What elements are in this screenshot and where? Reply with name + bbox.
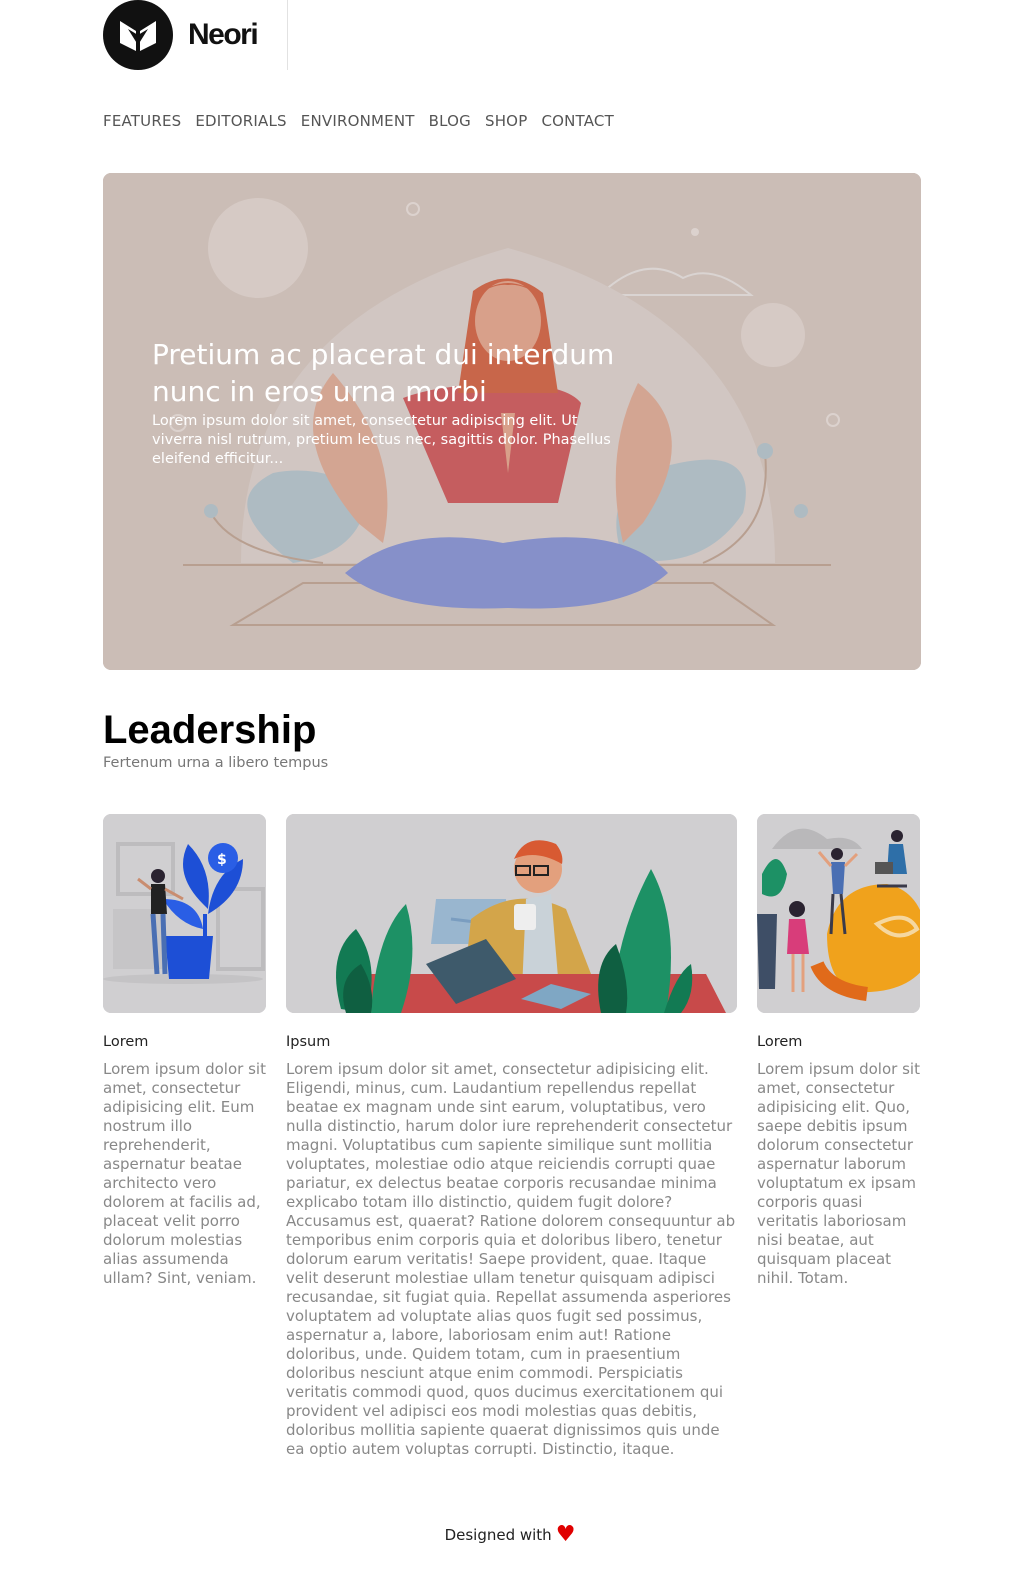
section-subtitle: Fertenum urna a libero tempus	[103, 755, 329, 771]
article-card[interactable]: $ Lorem Lorem ipsum dolor sit amet, cons…	[103, 814, 266, 1288]
card-text: Lorem ipsum dolor sit amet, consectetur …	[103, 1060, 266, 1287]
card-title[interactable]: Lorem	[103, 1034, 266, 1050]
card-image[interactable]: $	[103, 814, 266, 1013]
nav-item-contact[interactable]: CONTACT	[541, 112, 614, 130]
card-text: Lorem ipsum dolor sit amet, consectetur …	[757, 1060, 920, 1287]
hero-text: Pretium ac placerat dui interdum nunc in…	[152, 336, 622, 469]
article-card[interactable]: Lorem Lorem ipsum dolor sit amet, consec…	[757, 814, 920, 1288]
brand-name[interactable]: Neori	[188, 18, 259, 52]
site-footer: Designed with ♥	[0, 1522, 1020, 1547]
nav-item-blog[interactable]: BLOG	[429, 112, 471, 130]
nav-item-shop[interactable]: SHOP	[485, 112, 527, 130]
section-title: Leadership	[103, 708, 317, 752]
heart-icon: ♥	[555, 1522, 576, 1547]
hero-description: Lorem ipsum dolor sit amet, consectetur …	[152, 413, 611, 467]
footer-text: Designed with	[444, 1526, 552, 1544]
card-title[interactable]: Lorem	[757, 1034, 920, 1050]
card-image[interactable]	[757, 814, 920, 1013]
nav-item-editorials[interactable]: EDITORIALS	[195, 112, 286, 130]
header-divider	[287, 0, 288, 70]
site-header: Neori	[103, 0, 293, 70]
card-image[interactable]	[286, 814, 737, 1013]
nav-item-features[interactable]: FEATURES	[103, 112, 181, 130]
logo-icon[interactable]	[103, 0, 173, 70]
main-nav: FEATURES EDITORIALS ENVIRONMENT BLOG SHO…	[103, 112, 614, 130]
card-text: Lorem ipsum dolor sit amet, consectetur …	[286, 1060, 736, 1458]
svg-text:$: $	[217, 852, 227, 868]
hero-title[interactable]: Pretium ac placerat dui interdum nunc in…	[152, 336, 622, 410]
nav-item-environment[interactable]: ENVIRONMENT	[301, 112, 415, 130]
article-card[interactable]: Ipsum Lorem ipsum dolor sit amet, consec…	[286, 814, 737, 1459]
hero-banner[interactable]: Pretium ac placerat dui interdum nunc in…	[103, 173, 921, 670]
card-title[interactable]: Ipsum	[286, 1034, 737, 1050]
